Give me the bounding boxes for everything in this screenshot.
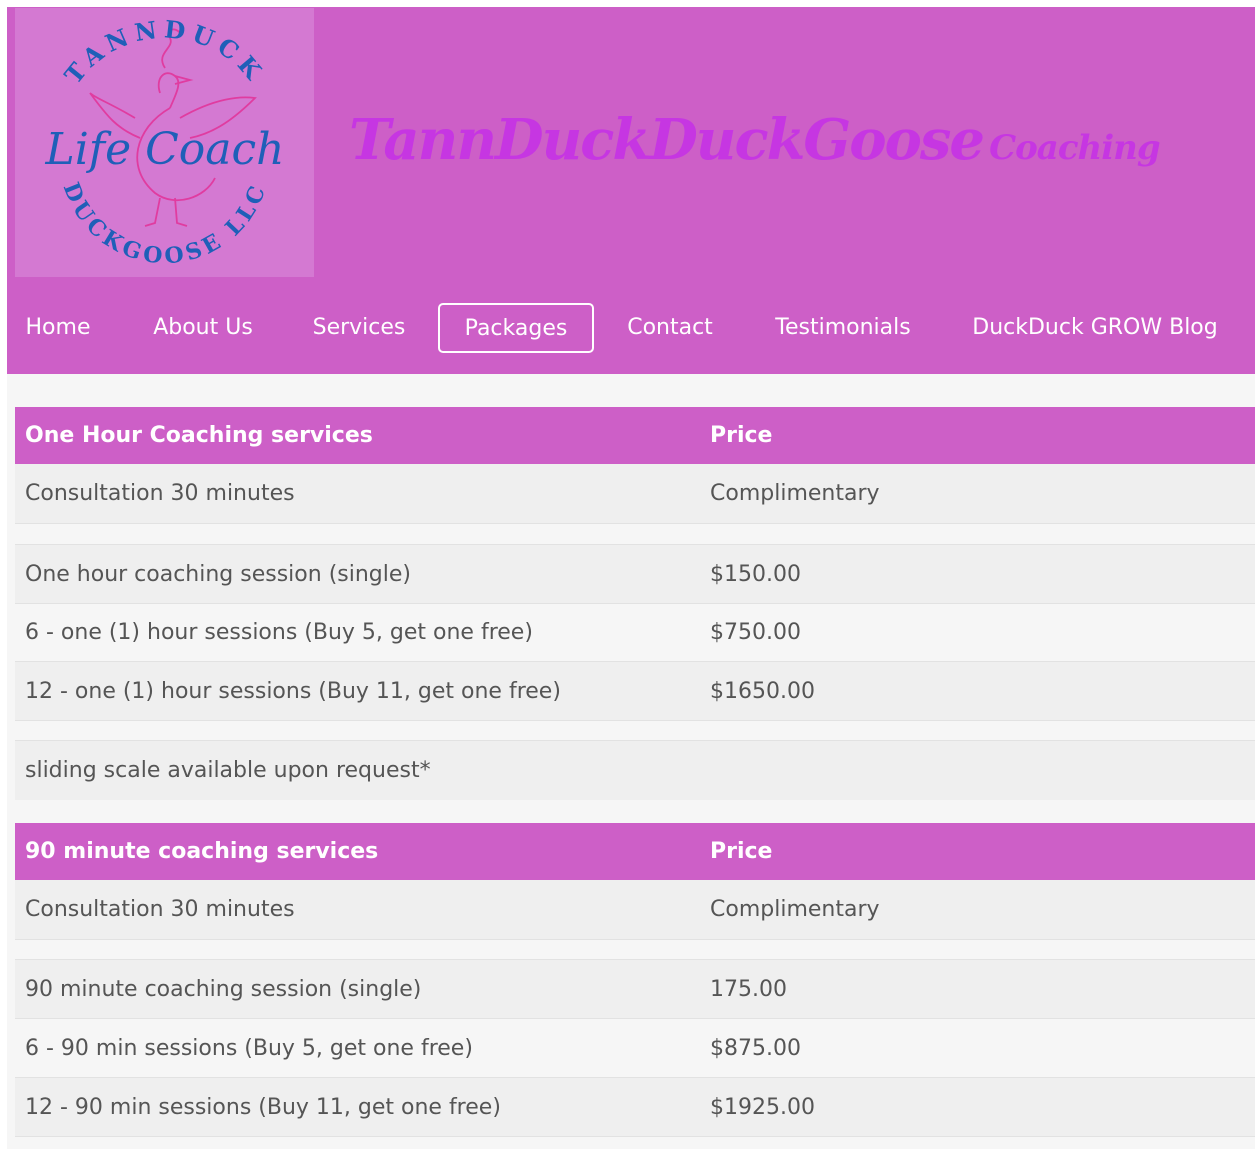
table-spacer-row <box>15 524 1255 545</box>
nav-testimonials[interactable]: Testimonials <box>759 303 927 351</box>
service-price: $150.00 <box>710 561 801 587</box>
service-name: 6 - 90 min sessions (Buy 5, get one free… <box>25 1035 473 1061</box>
svg-text:DUCKGOOSE LLC: DUCKGOOSE LLC <box>58 179 273 270</box>
site-title[interactable]: TannDuckDuckGoose Coaching <box>349 107 1161 173</box>
site-header: TANNDUCK DUCKGOOSE LLC Life Coach TannDu… <box>7 7 1255 374</box>
nav-about-us[interactable]: About Us <box>137 303 269 351</box>
service-price: $1925.00 <box>710 1094 815 1120</box>
column-header-price: Price <box>710 423 773 448</box>
column-header-price: Price <box>710 839 773 864</box>
service-price: Complimentary <box>710 481 880 506</box>
table-row: sliding scale available upon request* <box>15 741 1255 800</box>
service-price: $875.00 <box>710 1035 801 1061</box>
service-name: 6 - one (1) hour sessions (Buy 5, get on… <box>25 620 533 645</box>
site-title-sub: Coaching <box>989 128 1161 168</box>
table-row: Consultation 30 minutes Complimentary <box>15 880 1255 940</box>
table-row: 6 - 90 min sessions (Buy 5, get one free… <box>15 1019 1255 1078</box>
nav-contact[interactable]: Contact <box>612 303 728 351</box>
nav-packages[interactable]: Packages <box>438 303 594 353</box>
service-note: sliding scale available upon request* <box>25 758 431 783</box>
nav-home[interactable]: Home <box>11 303 105 351</box>
service-price: Complimentary <box>710 897 880 922</box>
service-name: Consultation 30 minutes <box>25 897 295 922</box>
nav-blog[interactable]: DuckDuck GROW Blog <box>960 303 1230 351</box>
service-price: $1650.00 <box>710 678 815 704</box>
service-name: 12 - 90 min sessions (Buy 11, get one fr… <box>25 1094 501 1120</box>
column-header-service: One Hour Coaching services <box>25 423 373 448</box>
table-header-row: One Hour Coaching services Price <box>15 407 1255 464</box>
site-logo[interactable]: TANNDUCK DUCKGOOSE LLC Life Coach <box>15 8 314 277</box>
service-price: $750.00 <box>710 620 801 645</box>
table-row: 12 - 90 min sessions (Buy 11, get one fr… <box>15 1078 1255 1137</box>
table-row: 12 - one (1) hour sessions (Buy 11, get … <box>15 662 1255 721</box>
page: TANNDUCK DUCKGOOSE LLC Life Coach TannDu… <box>7 7 1255 1149</box>
table-row: One hour coaching session (single) $150.… <box>15 545 1255 604</box>
table-spacer-row <box>15 940 1255 960</box>
site-title-main: TannDuckDuckGoose <box>349 107 985 173</box>
logo-ring-bottom: DUCKGOOSE LLC <box>58 179 269 270</box>
column-header-service: 90 minute coaching services <box>25 839 379 864</box>
service-name: 90 minute coaching session (single) <box>25 976 422 1002</box>
table-row: 6 - one (1) hour sessions (Buy 5, get on… <box>15 604 1255 662</box>
service-price: 175.00 <box>710 976 787 1002</box>
service-name: Consultation 30 minutes <box>25 481 295 506</box>
table-spacer-row <box>15 721 1255 741</box>
main-nav: Home About Us Services Packages Contact … <box>7 303 1255 355</box>
nav-services[interactable]: Services <box>300 303 418 351</box>
service-name: One hour coaching session (single) <box>25 561 411 587</box>
table-header-row: 90 minute coaching services Price <box>15 823 1255 880</box>
table-row: 90 minute coaching session (single) 175.… <box>15 960 1255 1019</box>
logo-center-text: Life Coach <box>45 124 285 175</box>
logo-emblem: TANNDUCK DUCKGOOSE LLC Life Coach <box>45 14 285 270</box>
service-name: 12 - one (1) hour sessions (Buy 11, get … <box>25 678 561 704</box>
table-row: Consultation 30 minutes Complimentary <box>15 464 1255 524</box>
